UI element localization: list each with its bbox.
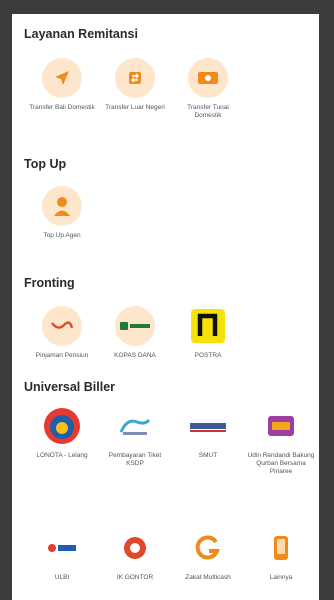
phone-other-icon	[261, 528, 301, 568]
service-menu-panel: Layanan Remitansi Transfer Bali Domestik…	[12, 14, 319, 600]
section-title-remitansi: Layanan Remitansi	[24, 27, 138, 41]
menu-item-ik-gontor[interactable]: IK GONTOR	[100, 528, 170, 582]
ksdp-logo-icon	[115, 406, 155, 446]
menu-item-transfer-bali-domestik[interactable]: Transfer Bali Domestik	[27, 58, 97, 112]
menu-item-transfer-tunai-domestik[interactable]: Transfer Tunai Domestik	[173, 58, 243, 120]
lonota-logo-icon	[42, 406, 82, 446]
section-title-universal-biller: Universal Biller	[24, 380, 116, 394]
section-title-top-up: Top Up	[24, 157, 67, 171]
smut-logo-icon	[188, 406, 228, 446]
postra-logo-icon	[188, 306, 228, 346]
menu-item-pinjaman-pensiun[interactable]: Pinjaman Pensiun	[27, 306, 97, 360]
menu-item-pembayaran-tiket-ksdp[interactable]: Pembayaran Tiket KSDP	[100, 406, 170, 468]
send-arrow-icon	[42, 58, 82, 98]
transfer-exchange-icon	[115, 58, 155, 98]
menu-item-transfer-luar-negeri[interactable]: Transfer Luar Negeri	[100, 58, 170, 112]
menu-item-udin-rendandi-qurban[interactable]: Udin Rendandi Bakung Qurban Bersama Pina…	[246, 406, 316, 476]
ulbi-logo-icon	[42, 528, 82, 568]
menu-item-ulbi[interactable]: ULBI	[27, 528, 97, 582]
menu-item-lainnya[interactable]: Lainnya	[246, 528, 316, 582]
cash-icon	[188, 58, 228, 98]
zakat-logo-icon	[188, 528, 228, 568]
menu-item-lonota-lelang[interactable]: LONOTA - Lelang	[27, 406, 97, 460]
menu-item-postra[interactable]: POSTRA	[173, 306, 243, 360]
menu-item-top-up-agen[interactable]: Top Up Agen	[27, 186, 97, 240]
kopas-logo-icon	[115, 306, 155, 346]
section-title-fronting: Fronting	[24, 276, 75, 290]
agent-person-icon	[42, 186, 82, 226]
gontor-logo-icon	[115, 528, 155, 568]
qurban-logo-icon	[261, 406, 301, 446]
menu-item-smut[interactable]: SMUT	[173, 406, 243, 460]
pension-loan-icon	[42, 306, 82, 346]
menu-item-zakat-multicash[interactable]: Zakat Multicash	[173, 528, 243, 582]
menu-item-kopas-dana[interactable]: KOPAS DANA	[100, 306, 170, 360]
